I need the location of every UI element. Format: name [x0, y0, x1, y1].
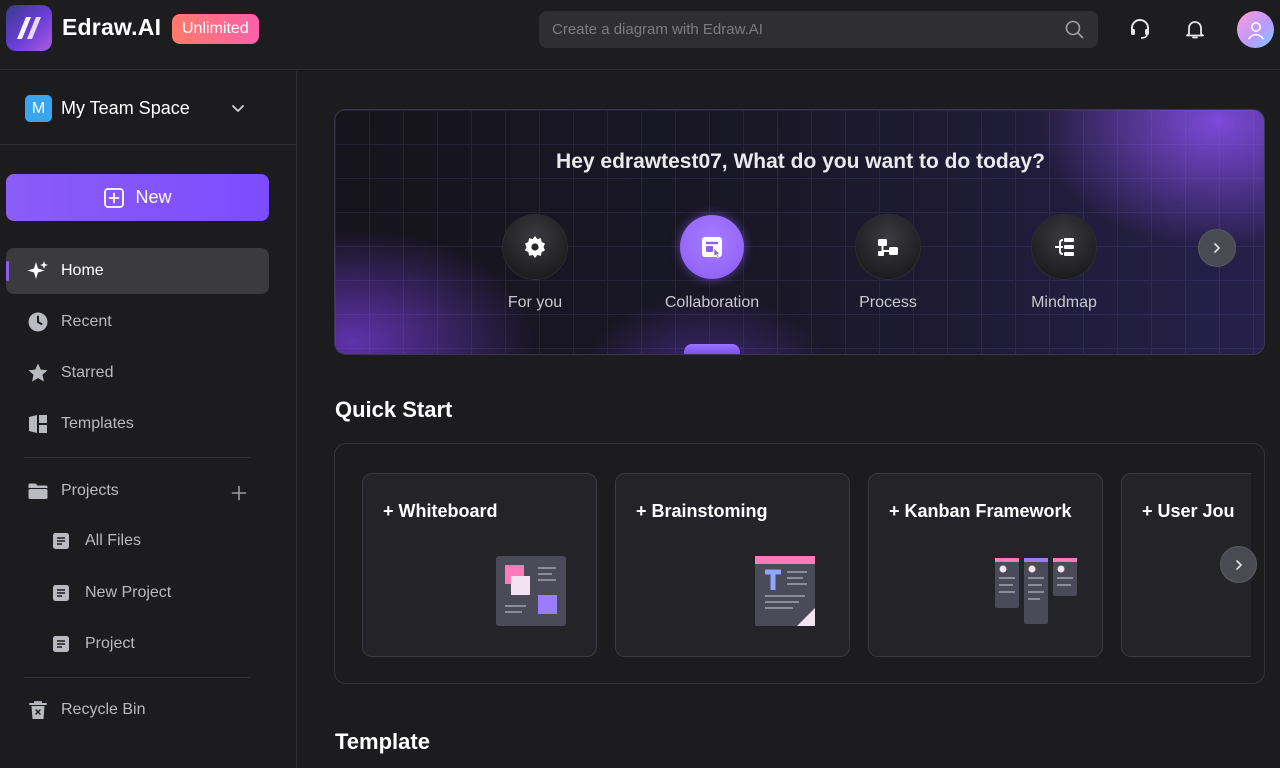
support-headset-icon[interactable] [1125, 14, 1155, 44]
templates-icon [26, 412, 50, 436]
app-name: Edraw.AI [62, 14, 162, 40]
search-bar[interactable] [539, 11, 1098, 48]
quick-start-next-button[interactable] [1220, 546, 1257, 583]
feature-label: For you [507, 294, 563, 311]
project-item-label: Project [85, 635, 135, 652]
feature-selection-indicator [684, 344, 740, 354]
clock-icon [26, 310, 50, 334]
sidebar-item-label: Starred [61, 364, 114, 381]
sidebar-item-starred[interactable]: Starred [6, 350, 269, 396]
sidebar-item-label: Home [61, 262, 104, 279]
sidebar: M My Team Space New Home Recent Starred … [0, 71, 297, 768]
quick-start-card-brainstorming[interactable]: + Brainstoming [615, 473, 850, 657]
sidebar-item-label: Templates [61, 415, 134, 432]
project-item-project[interactable]: Project [30, 622, 269, 666]
whiteboard-illustration [496, 556, 568, 633]
kanban-illustration [995, 558, 1081, 633]
feature-label: Mindmap [1031, 294, 1097, 311]
feature-label: Process [859, 294, 917, 311]
sparkle-icon [26, 259, 50, 283]
star-icon [26, 361, 50, 385]
sidebar-item-templates[interactable]: Templates [6, 401, 269, 447]
greeting-heading: Hey edrawtest07, What do you want to do … [556, 150, 1045, 173]
sidebar-item-recent[interactable]: Recent [6, 299, 269, 345]
mindmap-icon [1032, 215, 1096, 279]
welcome-banner: Hey edrawtest07, What do you want to do … [334, 109, 1265, 355]
search-icon[interactable] [1065, 20, 1084, 44]
sidebar-item-recycle-bin[interactable]: Recycle Bin [6, 687, 269, 733]
chevron-right-icon [1214, 243, 1220, 253]
brainstorming-illustration [755, 556, 817, 633]
new-button-label: New [135, 187, 172, 207]
card-title: + Kanban Framework [889, 501, 1072, 521]
feature-mindmap[interactable]: Mindmap [1004, 215, 1124, 312]
add-square-icon [104, 187, 125, 208]
sidebar-divider [24, 677, 250, 678]
feature-collaboration[interactable]: Collaboration [652, 215, 772, 312]
team-name: My Team Space [61, 98, 190, 118]
gear-icon [503, 215, 567, 279]
process-icon [856, 215, 920, 279]
chevron-down-icon[interactable] [229, 99, 247, 122]
sidebar-divider [24, 457, 250, 458]
edraw-logo-icon[interactable] [6, 5, 52, 51]
banner-next-button[interactable] [1198, 229, 1236, 267]
new-button[interactable]: New [6, 174, 269, 221]
project-item-label: New Project [85, 584, 172, 601]
quick-start-card-whiteboard[interactable]: + Whiteboard [362, 473, 597, 657]
team-avatar: M [25, 95, 52, 122]
chevron-right-icon [1235, 559, 1242, 570]
sidebar-item-home[interactable]: Home [6, 248, 269, 294]
quick-start-panel: + Whiteboard + Brainstoming + Kanban Fra… [334, 443, 1265, 684]
feature-for-you[interactable]: For you [475, 215, 595, 312]
file-icon [50, 530, 72, 552]
collaboration-icon [680, 215, 744, 279]
sidebar-item-label: Recycle Bin [61, 701, 146, 718]
team-space-selector[interactable]: M My Team Space [0, 71, 296, 145]
project-item-label: All Files [85, 532, 142, 549]
feature-process[interactable]: Process [828, 215, 948, 312]
search-input[interactable] [539, 11, 1059, 48]
sidebar-item-label: Recent [61, 313, 112, 330]
top-bar: Edraw.AI Unlimited [0, 0, 1280, 70]
project-item-all-files[interactable]: All Files [30, 519, 269, 563]
card-title: + User Jou [1142, 501, 1235, 521]
project-item-new-project[interactable]: New Project [30, 571, 269, 615]
trash-icon [26, 698, 50, 722]
card-title: + Brainstoming [636, 501, 768, 521]
template-heading: Template [335, 729, 430, 754]
quick-start-heading: Quick Start [335, 397, 453, 422]
feature-label: Collaboration [664, 294, 760, 311]
quick-start-card-kanban-framework[interactable]: + Kanban Framework [868, 473, 1103, 657]
plan-badge[interactable]: Unlimited [172, 14, 259, 44]
user-avatar[interactable] [1237, 11, 1274, 48]
sidebar-item-label: Projects [61, 482, 119, 499]
card-title: + Whiteboard [383, 501, 498, 521]
folder-icon [26, 479, 50, 503]
add-project-icon[interactable] [229, 483, 249, 503]
file-icon [50, 633, 72, 655]
notification-bell-icon[interactable] [1180, 14, 1210, 44]
file-icon [50, 582, 72, 604]
